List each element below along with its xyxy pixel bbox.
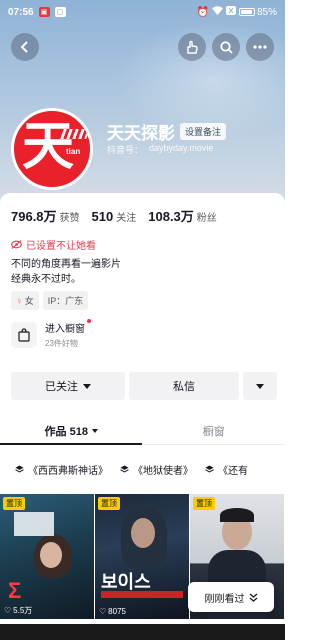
active-tab-indicator	[0, 443, 142, 445]
like-count: ♡ 8075	[99, 607, 126, 616]
pinned-badge: 置顶	[98, 497, 120, 510]
battery-percent: 85%	[256, 6, 277, 18]
following-button[interactable]: 已关注	[11, 372, 125, 400]
poster-caption-box	[14, 512, 54, 536]
collection-item[interactable]: 《西西弗斯神话》	[15, 459, 114, 479]
search-button[interactable]	[212, 33, 240, 61]
avatar[interactable]: 天 tian	[11, 108, 93, 190]
battery-indicator: 85%	[238, 6, 277, 18]
avatar-logo-subtext: tian	[66, 147, 81, 156]
message-button[interactable]: 私信	[129, 372, 239, 400]
video-thumbnail[interactable]: Σ 置顶 ♡ 5.5万	[0, 494, 94, 619]
tab-shop-window-label: 橱窗	[202, 425, 225, 438]
poster-hair	[220, 508, 254, 522]
collections-row: 《西西弗斯神话》 《地狱使者》 《还有	[0, 459, 285, 479]
mute-icon	[225, 6, 236, 18]
profile-id-value[interactable]: daybyday.movie	[149, 143, 213, 156]
female-icon: ♀	[16, 295, 23, 306]
more-button[interactable]	[246, 33, 274, 61]
alarm-icon: ⏰	[196, 6, 209, 18]
collection-item[interactable]: 《还有	[205, 459, 254, 479]
notification-dot	[87, 319, 91, 323]
stats-row: 796.8万 获赞 510 关注 108.3万 粉丝	[11, 206, 217, 226]
shopping-bag-icon	[11, 321, 37, 348]
shop-window-entry[interactable]: 进入橱窗 23件好物	[11, 319, 91, 349]
tab-works[interactable]: 作品 518	[0, 417, 143, 444]
bottom-edge-bar	[0, 624, 285, 640]
stat-likes[interactable]: 796.8万 获赞	[11, 206, 80, 226]
just-watched-label: 刚刚看过	[204, 593, 245, 605]
app-notification-icon: ▣	[38, 7, 50, 17]
caret-down-icon	[256, 383, 264, 389]
poster-face	[40, 542, 62, 568]
layers-icon	[205, 465, 214, 472]
wifi-icon	[211, 6, 223, 18]
shop-title: 进入橱窗	[45, 319, 91, 335]
bio-line: 不同的角度再看一遍影片	[11, 259, 121, 270]
ip-location-tag: IP：广东	[42, 291, 89, 310]
hand-point-icon	[187, 40, 198, 54]
double-chevron-down-icon	[249, 593, 257, 602]
avatar-clapper-stripe	[60, 129, 90, 139]
status-time: 07:56	[8, 6, 34, 18]
tab-works-label: 作品 518	[44, 425, 88, 438]
caret-down-icon	[91, 428, 98, 433]
more-dots-icon	[253, 45, 267, 49]
chevron-left-icon	[20, 41, 28, 53]
share-button[interactable]	[178, 33, 206, 61]
pinned-badge: 置顶	[3, 497, 25, 510]
bio: 不同的角度再看一遍影片 经典永不过时。	[11, 257, 121, 287]
set-note-button[interactable]: 设置备注	[180, 123, 227, 140]
message-label: 私信	[173, 381, 195, 393]
eye-hidden-icon	[11, 240, 22, 249]
search-icon	[219, 40, 233, 54]
profile-tags: ♀ 女 IP：广东	[11, 291, 89, 310]
tab-shop-window[interactable]: 橱窗	[143, 417, 286, 444]
like-count: ♡ 5.5万	[4, 606, 33, 615]
following-label: 已关注	[45, 381, 78, 393]
poster-face	[131, 518, 155, 548]
stat-following[interactable]: 510 关注	[92, 208, 137, 226]
shop-subtitle: 23件好物	[45, 339, 78, 348]
layers-icon	[120, 465, 129, 472]
bio-line: 经典永不过时。	[11, 274, 81, 285]
more-actions-button[interactable]	[243, 372, 277, 400]
blocked-text: 已设置不让她看	[26, 241, 96, 252]
blocked-notice[interactable]: 已设置不让她看	[11, 237, 96, 252]
gender-tag: ♀ 女	[11, 291, 39, 310]
profile-name: 天天探影	[107, 124, 175, 143]
content-tabs: 作品 518 橱窗	[0, 417, 285, 445]
profile-id-row: 抖音号： daybyday.movie	[107, 143, 213, 156]
profile-content-sheet: 796.8万 获赞 510 关注 108.3万 粉丝 已设置不让她看 不同的角度再看一…	[0, 193, 285, 640]
poster-caption-bar	[101, 591, 183, 598]
heart-outline-icon: ♡	[99, 607, 107, 616]
stat-followers[interactable]: 108.3万 粉丝	[148, 206, 217, 226]
profile-id-label: 抖音号：	[107, 145, 144, 155]
pinned-badge: 置顶	[193, 497, 215, 510]
caret-down-icon	[83, 383, 91, 389]
video-thumbnail[interactable]: 보이스 置顶 ♡ 8075	[95, 494, 189, 619]
app-notification-icon: ▢	[54, 7, 66, 17]
collection-item[interactable]: 《地狱使者》	[120, 459, 199, 479]
profile-name-row: 天天探影 设置备注	[107, 119, 227, 144]
status-bar: 07:56 ▣ ▢ ⏰ 85%	[0, 0, 285, 24]
layers-icon	[15, 465, 24, 472]
back-button[interactable]	[11, 33, 39, 61]
poster-title: Σ	[8, 578, 22, 603]
action-buttons: 已关注 私信	[11, 372, 277, 400]
just-watched-button[interactable]: 刚刚看过	[188, 582, 274, 612]
heart-outline-icon: ♡	[4, 606, 12, 615]
